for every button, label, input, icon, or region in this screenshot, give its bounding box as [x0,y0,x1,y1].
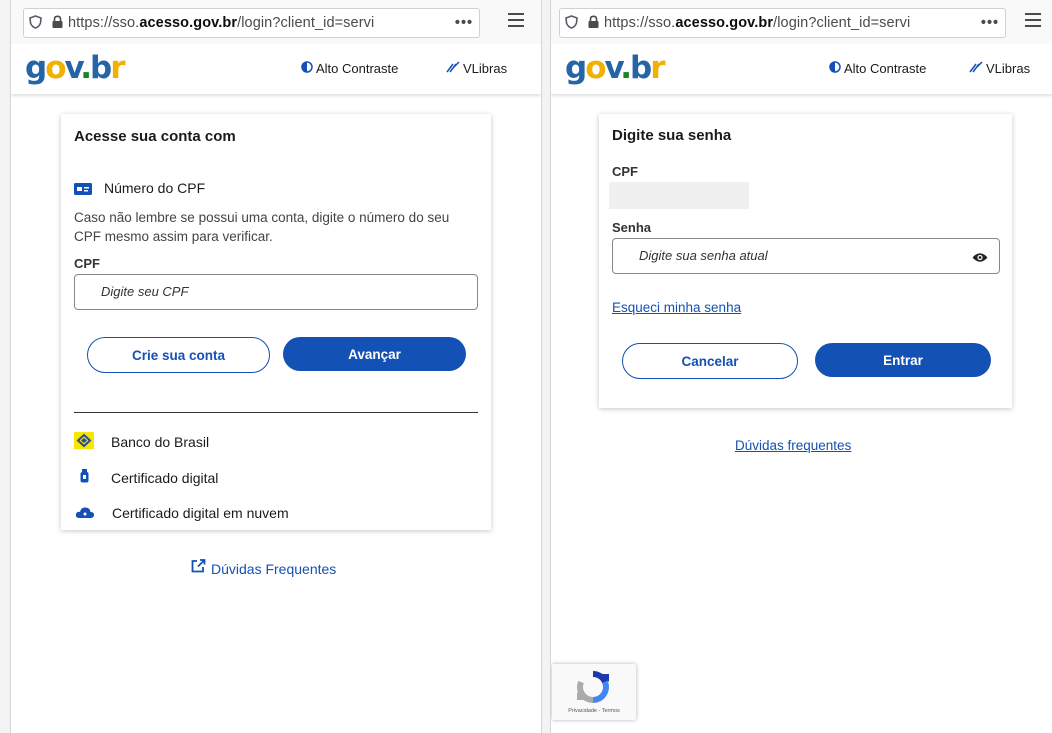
high-contrast-label: Alto Contraste [316,61,399,76]
sign-language-icon [446,61,460,76]
cpf-value-redacted [609,182,749,209]
lock-icon[interactable] [46,14,68,32]
gov-header: gov.br Alto Contraste VLibras [11,44,541,94]
url-text[interactable]: https://sso.acesso.gov.br/login?client_i… [68,15,449,31]
banco-do-brasil-icon [74,432,94,454]
cpf-label-right: CPF [612,164,638,179]
eye-icon[interactable] [972,250,988,268]
option-certificado-nuvem[interactable]: Certificado digital em nuvem [112,505,289,521]
login-card: Acesse sua conta com Número do CPF Caso … [61,114,491,530]
govbr-logo[interactable]: gov.br [25,51,126,85]
page-actions-button[interactable]: ••• [449,15,479,31]
next-button[interactable]: Avançar [283,337,466,371]
faq-label-left: Dúvidas Frequentes [211,560,337,577]
recaptcha-badge[interactable]: Privacidade - Termos [552,664,636,720]
faq-link-left[interactable]: Dúvidas Frequentes [191,559,336,578]
enter-button[interactable]: Entrar [815,343,991,377]
cpf-label: CPF [74,256,100,271]
url-suffix: /login?client_id=servi [773,15,911,31]
option-banco-do-brasil[interactable]: Banco do Brasil [111,434,209,450]
faq-link-right[interactable]: Dúvidas frequentes [735,438,851,453]
option-certificado-digital[interactable]: Certificado digital [111,470,218,486]
divider [74,412,478,413]
browser-window-senha: https://sso.acesso.gov.br/login?client_i… [550,0,1052,733]
url-text-right[interactable]: https://sso.acesso.gov.br/login?client_i… [604,15,975,31]
high-contrast-label: Alto Contraste [844,61,927,76]
sign-language-icon [969,61,983,76]
shield-icon[interactable] [24,14,46,32]
url-bar[interactable]: https://sso.acesso.gov.br/login?client_i… [23,8,480,38]
vlibras-label: VLibras [986,61,1031,76]
page-actions-button-right[interactable]: ••• [975,15,1005,31]
url-domain: acesso.gov.br [139,15,238,31]
url-domain: acesso.gov.br [675,15,774,31]
recaptcha-terms[interactable]: Privacidade - Termos [552,708,636,714]
senha-placeholder: Digite sua senha atual [639,248,768,263]
id-card-icon [74,182,92,200]
menu-icon[interactable] [508,13,524,27]
lock-icon[interactable] [582,14,604,32]
login-title: Acesse sua conta com [74,128,236,145]
govbr-logo[interactable]: gov.br [565,51,666,85]
high-contrast-button[interactable]: Alto Contraste [301,61,398,76]
cloud-icon [75,506,95,524]
usb-token-icon [80,469,89,488]
senha-input[interactable]: Digite sua senha atual [612,238,1000,274]
password-title: Digite sua senha [612,127,732,144]
recaptcha-icon [571,670,615,709]
menu-icon[interactable] [1025,13,1041,27]
url-suffix: /login?client_id=servi [237,15,375,31]
contrast-icon [829,61,841,76]
desktop-background-left [0,0,10,733]
forgot-password-link[interactable]: Esqueci minha senha [612,300,741,315]
browser-toolbar: https://sso.acesso.gov.br/login?client_i… [11,0,541,45]
password-card: Digite sua senha CPF Senha Digite sua se… [599,114,1012,408]
vlibras-label: VLibras [463,61,508,76]
contrast-icon [301,61,313,76]
cpf-help-text: Caso não lembre se possui uma conta, dig… [74,210,450,244]
cpf-input[interactable]: Digite seu CPF [74,274,478,310]
create-account-button[interactable]: Crie sua conta [87,337,270,373]
url-prefix: https://sso. [68,15,140,31]
gov-header-right: gov.br Alto Contraste VLibras [551,44,1052,94]
senha-label: Senha [612,220,652,235]
browser-toolbar-right: https://sso.acesso.gov.br/login?client_i… [551,0,1052,45]
url-bar-right[interactable]: https://sso.acesso.gov.br/login?client_i… [559,8,1006,38]
cancel-button[interactable]: Cancelar [622,343,798,379]
cpf-placeholder: Digite seu CPF [101,284,189,299]
vlibras-button[interactable]: VLibras [969,61,1030,76]
shield-icon[interactable] [560,14,582,32]
browser-window-cpf: https://sso.acesso.gov.br/login?client_i… [10,0,542,733]
external-link-icon [191,559,206,578]
vlibras-button[interactable]: VLibras [446,61,507,76]
high-contrast-button[interactable]: Alto Contraste [829,61,926,76]
url-prefix: https://sso. [604,15,676,31]
cpf-option-label[interactable]: Número do CPF [104,180,205,196]
